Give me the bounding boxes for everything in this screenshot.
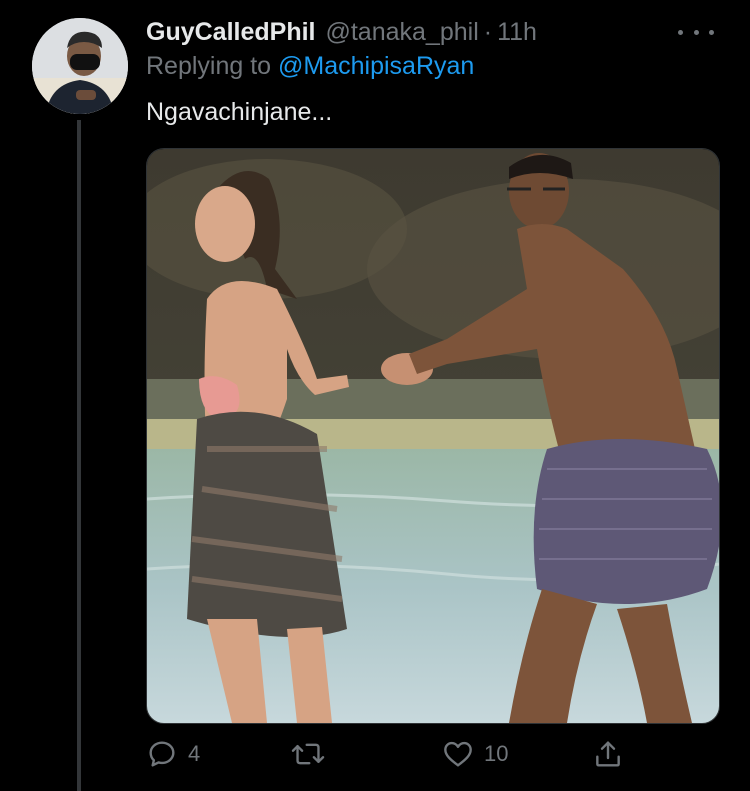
reply-icon (149, 741, 175, 767)
mention-link[interactable]: @MachipisaRyan (278, 52, 474, 80)
retweet-button[interactable] (291, 732, 335, 776)
tweet-header: GuyCalledPhil @tanaka_phil · 11h (146, 14, 720, 50)
tweet-text: Ngavachinjane... (146, 98, 333, 126)
more-options-icon[interactable] (678, 22, 714, 42)
avatar-image (32, 18, 128, 114)
separator-dot: · (483, 17, 493, 46)
display-name[interactable]: GuyCalledPhil (146, 18, 315, 47)
user-handle[interactable]: @tanaka_phil (325, 18, 478, 47)
tweet-actions: 4 10 (146, 732, 626, 776)
timestamp[interactable]: 11h (497, 18, 537, 47)
beach-photo (147, 149, 719, 723)
heart-icon (444, 741, 472, 767)
avatar[interactable] (32, 18, 128, 114)
like-count: 10 (484, 741, 509, 766)
replying-to: Replying to @MachipisaRyan (146, 52, 474, 81)
replying-prefix: Replying to (146, 52, 272, 80)
like-button[interactable]: 10 (442, 732, 508, 776)
share-icon (596, 741, 620, 767)
thread-line (77, 120, 81, 791)
retweet-icon (291, 743, 325, 765)
share-button[interactable] (592, 732, 624, 776)
reply-count: 4 (188, 741, 201, 766)
reply-button[interactable]: 4 (146, 732, 200, 776)
tweet[interactable]: GuyCalledPhil @tanaka_phil · 11h Replyin… (0, 0, 750, 791)
tweet-photo[interactable] (146, 148, 720, 724)
